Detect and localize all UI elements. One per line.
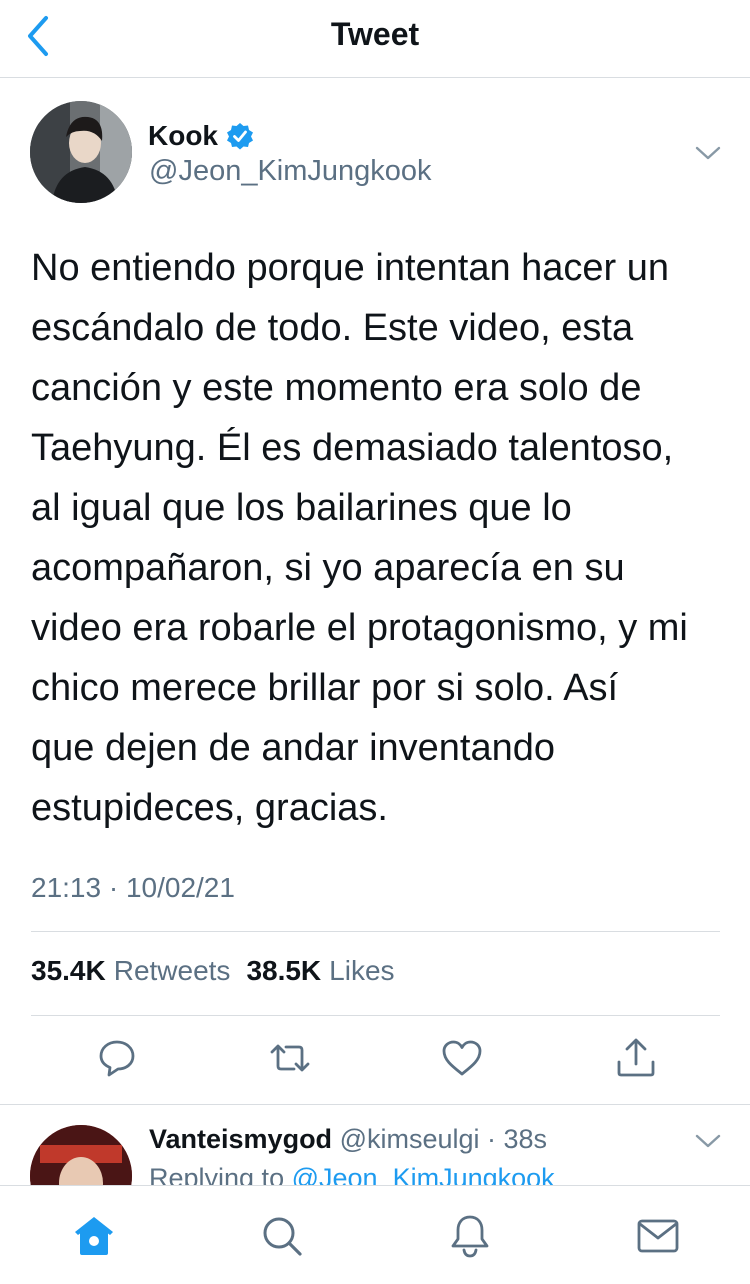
likes-label: Likes [329, 955, 395, 986]
like-button[interactable] [440, 1036, 484, 1080]
messages-icon [637, 1219, 679, 1253]
page-title: Tweet [330, 16, 420, 52]
author-handle[interactable]: @Jeon_KimJungkook [149, 155, 432, 188]
author-name-row: Kook [148, 118, 254, 154]
author-name[interactable]: Kook [148, 120, 218, 152]
replying-to-text: Replying to @Jeon_KimJungkook [149, 1163, 555, 1185]
tab-notifications[interactable] [446, 1212, 494, 1260]
share-icon [617, 1038, 655, 1077]
retweets-count: 35.4K [31, 955, 106, 986]
tweet-options-button[interactable] [692, 140, 724, 166]
tweet-text-line: canción y este momento era solo de [31, 367, 642, 409]
reply-icon [99, 1040, 135, 1077]
tweet-text-line: chico merece brillar por si solo. Así [31, 667, 619, 709]
share-button[interactable] [614, 1036, 658, 1080]
tweet-text-line: estupideces, gracias. [31, 787, 388, 829]
retweets-stat[interactable]: 35.4K Retweets [31, 955, 230, 987]
tab-home[interactable] [70, 1212, 118, 1260]
like-icon [442, 1040, 482, 1076]
tweet-text-line: No entiendo porque intentan hacer un [31, 247, 670, 289]
divider [31, 1015, 720, 1016]
reply-button[interactable] [95, 1036, 139, 1080]
tweet-text: No entiendo porque intentan hacer un esc… [31, 238, 731, 838]
home-icon [75, 1217, 113, 1255]
tweet-text-line: que dejen de andar inventando [31, 727, 556, 769]
replying-to-mention[interactable]: @Jeon_KimJungkook [292, 1163, 555, 1185]
search-icon [263, 1217, 302, 1256]
tweet-text-line: video era robarle el protagonismo, y mi [31, 607, 688, 649]
chevron-down-icon [695, 1134, 721, 1148]
tweet-stats: 35.4K Retweets 38.5K Likes [31, 955, 395, 987]
notifications-icon [451, 1215, 489, 1258]
reply-header: Vanteismygod @kimseulgi · 38s [149, 1124, 547, 1155]
retweets-label: Retweets [113, 955, 231, 986]
bottom-tab-bar [0, 1185, 750, 1284]
divider [31, 931, 720, 932]
tab-messages[interactable] [634, 1212, 682, 1260]
reply-handle-time: @kimseulgi · 38s [339, 1124, 548, 1154]
tweet-text-line: al igual que los bailarines que lo [31, 487, 572, 529]
tweet-text-line: Taehyung. Él es demasiado talentoso, [31, 427, 674, 469]
likes-count: 38.5K [246, 955, 322, 986]
tweet-text-line: acompañaron, si yo aparecía en su [31, 547, 625, 589]
tweet-text-line: escándalo de todo. Este video, esta [31, 307, 634, 349]
author-avatar[interactable] [30, 101, 132, 203]
reply-author-name[interactable]: Vanteismygod [149, 1124, 332, 1154]
likes-stat[interactable]: 38.5K Likes [246, 955, 394, 987]
chevron-down-icon [695, 146, 721, 160]
verified-badge-icon [227, 123, 253, 150]
reply-options-button[interactable] [692, 1128, 724, 1154]
tab-search[interactable] [258, 1212, 306, 1260]
reply-avatar[interactable] [30, 1125, 132, 1185]
retweet-icon [270, 1044, 310, 1072]
tweet-timestamp: 21:13 · 10/02/21 [31, 872, 235, 903]
reply-preview[interactable]: Vanteismygod @kimseulgi · 38s Replying t… [0, 1105, 750, 1185]
retweet-button[interactable] [268, 1036, 312, 1080]
top-navigation-bar: Tweet [0, 0, 750, 78]
replying-to-prefix: Replying to [149, 1163, 285, 1185]
